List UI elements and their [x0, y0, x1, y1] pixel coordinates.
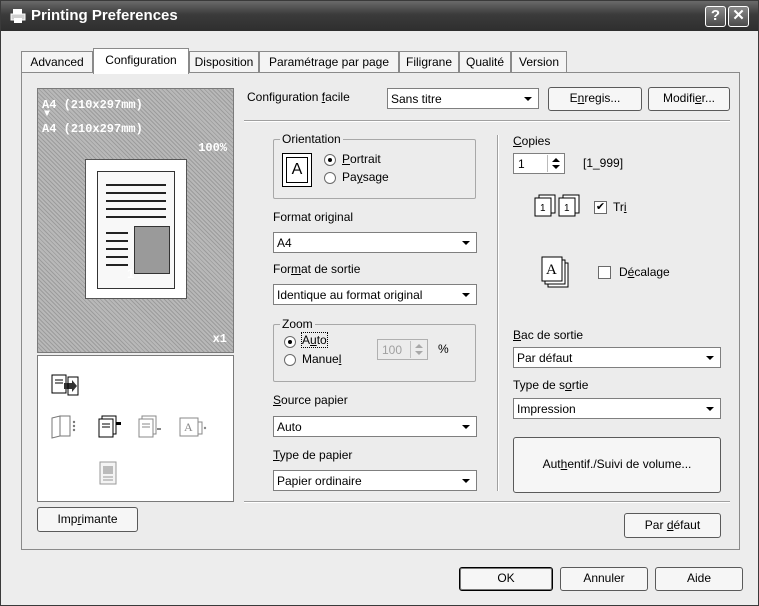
paysage-label: Paysage	[342, 170, 389, 184]
tab-qualite[interactable]: Qualité	[459, 51, 511, 73]
help-button[interactable]: Aide	[655, 567, 743, 591]
zoom-unit: %	[438, 342, 449, 356]
chevron-down-icon	[702, 349, 719, 366]
preview-copies: x1	[212, 332, 227, 346]
copies-range: [1_999]	[583, 156, 624, 170]
zoom-manual-radio[interactable]	[284, 354, 296, 366]
copies-stepper[interactable]: 1	[513, 153, 565, 174]
duplex-icon	[51, 415, 76, 439]
title-bar: Printing Preferences ? ✕	[1, 1, 758, 31]
offset-checkbox[interactable]	[598, 266, 611, 279]
close-button[interactable]: ✕	[728, 6, 749, 27]
ok-button[interactable]: OK	[459, 567, 553, 591]
paper-type-select[interactable]: Papier ordinaire	[273, 470, 477, 491]
authentication-button[interactable]: Authentif./Suivi de volume...	[513, 437, 721, 493]
zoom-title: Zoom	[280, 317, 315, 331]
printing-preferences-window: Printing Preferences ? ✕ Advanced Config…	[0, 0, 759, 606]
vertical-divider	[497, 135, 499, 491]
help-title-button[interactable]: ?	[705, 6, 726, 27]
zoom-auto-label: Auto	[301, 332, 328, 348]
down-arrow-icon: ▼	[44, 109, 51, 120]
page-preview: A4 (210x297mm) ▼ A4 (210x297mm) 100% 1 x…	[37, 88, 234, 353]
tab-filigrane[interactable]: Filigrane	[399, 51, 459, 73]
orientation-title: Orientation	[280, 132, 343, 146]
restore-defaults-button[interactable]: Par défaut	[624, 513, 721, 538]
booklet-icon	[99, 461, 117, 485]
zoom-auto-radio[interactable]	[284, 336, 296, 348]
chevron-down-icon	[458, 234, 475, 251]
zoom-value-stepper[interactable]: 100	[377, 339, 428, 360]
output-method-label: Type de sortie	[513, 378, 589, 392]
preview-page-number: 1	[127, 266, 135, 281]
tab-parametrage-par-page[interactable]: Paramétrage par page	[259, 51, 399, 73]
output-size-label: Format de sortie	[273, 262, 361, 276]
output-method-select[interactable]: Impression	[513, 398, 721, 419]
device-icons-area: A	[37, 355, 234, 502]
output-tray-label: Bac de sortie	[513, 328, 584, 342]
easy-setup-label: Configuration facile	[247, 90, 350, 104]
printer-output-icon	[51, 374, 79, 396]
chevron-down-icon	[520, 90, 537, 107]
zoom-manual-label: Manuel	[302, 352, 342, 366]
zoom-group: Zoom Auto Manuel 100 %	[273, 317, 476, 382]
save-easy-setup-button[interactable]: Enregis...	[548, 87, 642, 111]
offset-label: Décalage	[619, 265, 670, 279]
paper-type-label: Type de papier	[273, 448, 353, 462]
original-size-label: Format original	[273, 210, 354, 224]
svg-text:1: 1	[540, 203, 546, 214]
portrait-label: Portrait	[342, 152, 381, 166]
divider	[244, 120, 730, 122]
divider	[244, 501, 730, 503]
chevron-down-icon	[702, 400, 719, 417]
step-down-icon[interactable]	[552, 165, 560, 169]
easy-setup-select[interactable]: Sans titre	[387, 88, 539, 109]
orientation-portrait-icon: A	[282, 153, 312, 187]
collate-checkbox[interactable]: ✔	[594, 201, 607, 214]
svg-text:1: 1	[564, 203, 570, 214]
tab-disposition[interactable]: Disposition	[189, 51, 259, 73]
window-title: Printing Preferences	[31, 7, 178, 24]
offset-icon: A	[541, 256, 569, 288]
svg-text:A: A	[546, 262, 557, 278]
printer-button[interactable]: Imprimante	[37, 507, 138, 532]
svg-text:A: A	[184, 420, 193, 434]
preview-zoom: 100%	[198, 141, 227, 155]
fold-icon: A	[179, 417, 207, 437]
portrait-radio[interactable]	[324, 154, 336, 166]
preview-page: 1	[85, 159, 187, 299]
close-icon: ✕	[732, 7, 745, 24]
chevron-down-icon	[458, 286, 475, 303]
tab-advanced[interactable]: Advanced	[21, 51, 93, 73]
printer-app-icon	[10, 9, 26, 23]
collate-icon: 1 1	[534, 194, 580, 217]
output-size-select[interactable]: Identique au format original	[273, 284, 477, 305]
configuration-panel: A4 (210x297mm) ▼ A4 (210x297mm) 100% 1 x…	[21, 72, 740, 550]
paper-source-select[interactable]: Auto	[273, 416, 477, 437]
preview-output-size: A4 (210x297mm)	[42, 122, 143, 136]
cancel-button[interactable]: Annuler	[560, 567, 648, 591]
output-tray-select[interactable]: Par défaut	[513, 347, 721, 368]
tab-version[interactable]: Version	[511, 51, 567, 73]
orientation-group: Orientation A Portrait Paysage	[273, 132, 476, 199]
staple-icon	[98, 415, 121, 438]
chevron-down-icon	[458, 418, 475, 435]
original-size-select[interactable]: A4	[273, 232, 477, 253]
collate-label: Tri	[613, 200, 627, 214]
chevron-down-icon	[458, 472, 475, 489]
paysage-radio[interactable]	[324, 172, 336, 184]
copies-label: Copies	[513, 134, 551, 148]
preview-original-size: A4 (210x297mm)	[42, 98, 143, 112]
paper-source-label: Source papier	[273, 393, 348, 407]
edit-easy-setup-button[interactable]: Modifier...	[648, 87, 730, 111]
punch-icon	[138, 415, 161, 438]
step-up-icon[interactable]	[552, 158, 560, 162]
tab-configuration[interactable]: Configuration	[93, 48, 189, 74]
